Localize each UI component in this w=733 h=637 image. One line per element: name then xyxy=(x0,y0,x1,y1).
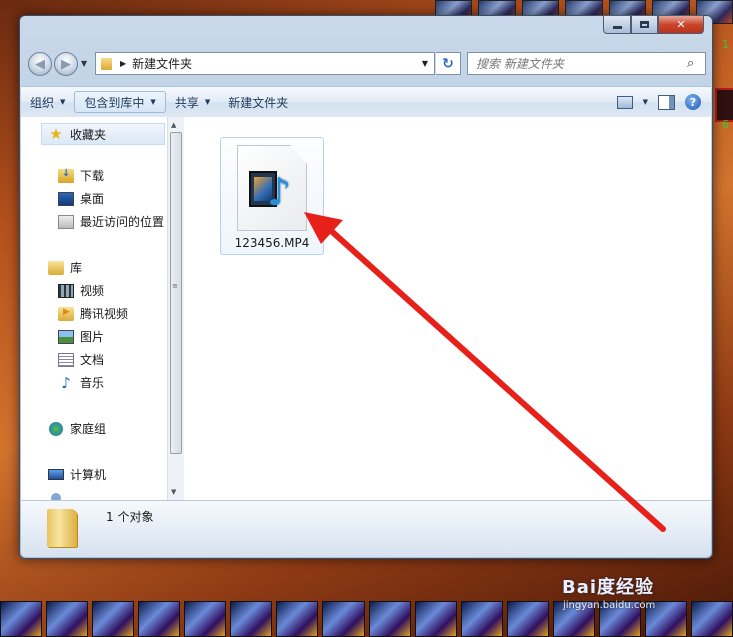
minimize-button[interactable] xyxy=(603,15,631,34)
mp4-video-file-icon: ♪ xyxy=(237,145,307,231)
watermark-logo: Bai度经验 xyxy=(562,577,655,598)
search-icon[interactable]: ⌕ xyxy=(687,56,705,71)
watermark-url: jingyan.baidu.com xyxy=(563,600,656,611)
change-view-icon[interactable] xyxy=(616,95,633,109)
organize-menu-button[interactable]: 组织 ▼ xyxy=(21,91,74,113)
back-arrow-icon: ◀ xyxy=(35,56,45,72)
scroll-down-icon[interactable]: ▼ xyxy=(171,488,176,496)
close-icon: ✕ xyxy=(676,18,686,31)
sidebar-item-computer[interactable]: 计算机 xyxy=(48,466,106,483)
address-bar[interactable]: ▶ 新建文件夹 ▼ xyxy=(95,52,435,75)
homegroup-icon xyxy=(48,421,64,436)
back-button[interactable]: ◀ xyxy=(28,52,52,76)
file-name: 123456.MP4 xyxy=(234,236,310,250)
share-menu-button[interactable]: 共享 ▼ xyxy=(166,91,219,113)
navigation-pane: ★ 收藏夹 下载 桌面 最近访问的位置 库 视频 xyxy=(21,117,167,503)
organize-label: 组织 xyxy=(30,95,55,110)
background-decoration: 1 xyxy=(722,38,729,51)
include-in-library-label: 包含到库中 xyxy=(84,95,145,110)
forward-arrow-icon: ▶ xyxy=(61,56,71,72)
new-folder-button[interactable]: 新建文件夹 xyxy=(219,91,297,113)
sidebar-item-documents[interactable]: 文档 xyxy=(58,351,104,368)
breadcrumb-separator-icon[interactable]: ▶ xyxy=(120,59,126,68)
explorer-window: ✕ ◀ ▶ ▼ ▶ 新建文件夹 ▼ ↻ ⌕ 组织 ▼ 包含到库中 ▼ 共享 ▼ 新建文… xyxy=(19,15,713,559)
refresh-button[interactable]: ↻ xyxy=(436,52,461,75)
folder-icon xyxy=(47,509,77,547)
item-count: 1 个对象 xyxy=(106,510,154,524)
sidebar-item-label: 收藏夹 xyxy=(70,127,107,142)
video-library-icon xyxy=(58,283,74,298)
sidebar-item-recent-places[interactable]: 最近访问的位置 xyxy=(58,213,164,230)
file-item[interactable]: ♪ 123456.MP4 xyxy=(220,137,324,255)
sidebar-item-label: 家庭组 xyxy=(70,422,107,436)
close-button[interactable]: ✕ xyxy=(658,15,704,34)
minimize-icon xyxy=(612,26,622,29)
sidebar-item-label: 文档 xyxy=(80,353,105,367)
share-label: 共享 xyxy=(174,95,199,110)
background-decoration xyxy=(715,88,733,122)
help-icon[interactable]: ? xyxy=(685,94,701,110)
recent-places-icon xyxy=(58,214,74,229)
sidebar-item-label: 计算机 xyxy=(70,468,107,482)
command-bar: 组织 ▼ 包含到库中 ▼ 共享 ▼ 新建文件夹 ▼ ? xyxy=(21,86,711,118)
star-icon: ★ xyxy=(49,125,63,143)
sidebar-item-homegroup[interactable]: 家庭组 xyxy=(48,420,106,437)
sidebar-item-pictures[interactable]: 图片 xyxy=(58,328,104,345)
library-icon xyxy=(48,260,64,275)
navigation-bar: ◀ ▶ ▼ ▶ 新建文件夹 ▼ ↻ ⌕ xyxy=(26,50,706,78)
sidebar-item-videos[interactable]: 视频 xyxy=(58,282,104,299)
caption-buttons: ✕ xyxy=(603,15,704,34)
include-in-library-button[interactable]: 包含到库中 ▼ xyxy=(74,91,166,113)
scrollbar-thumb[interactable] xyxy=(170,132,182,454)
sidebar-item-label: 下载 xyxy=(80,169,105,183)
chevron-down-icon: ▼ xyxy=(60,98,66,106)
folder-icon xyxy=(101,57,112,70)
desktop-icon xyxy=(58,191,74,206)
music-library-icon: ♪ xyxy=(61,373,71,392)
chevron-down-icon: ▼ xyxy=(150,98,156,106)
sidebar-item-favorites[interactable]: ★ 收藏夹 xyxy=(41,123,165,145)
sidebar-item-libraries[interactable]: 库 xyxy=(48,259,82,276)
scroll-up-icon[interactable]: ▲ xyxy=(171,121,176,129)
sidebar-item-label: 图片 xyxy=(80,330,105,344)
search-input[interactable] xyxy=(468,55,687,72)
sidebar-item-label: 视频 xyxy=(80,284,105,298)
scrollbar-grip-icon: ≡ xyxy=(172,282,178,290)
maximize-icon xyxy=(640,21,649,28)
view-options-chevron-icon[interactable]: ▼ xyxy=(643,98,648,106)
sidebar-item-label: 最近访问的位置 xyxy=(80,215,165,229)
new-folder-label: 新建文件夹 xyxy=(228,95,289,110)
background-decoration: 6 xyxy=(722,118,729,131)
address-dropdown-icon[interactable]: ▼ xyxy=(422,59,428,68)
preview-pane-icon[interactable] xyxy=(658,94,675,110)
address-path[interactable]: 新建文件夹 xyxy=(132,55,422,72)
pictures-library-icon xyxy=(58,329,74,344)
documents-library-icon xyxy=(58,352,74,367)
sidebar-item-downloads[interactable]: 下载 xyxy=(58,167,104,184)
tencent-video-icon xyxy=(58,306,74,321)
sidebar-item-label: 库 xyxy=(70,261,83,275)
forward-button[interactable]: ▶ xyxy=(54,52,78,76)
search-box[interactable]: ⌕ xyxy=(467,52,706,75)
sidebar-item-label: 音乐 xyxy=(80,376,105,390)
sidebar-item-desktop[interactable]: 桌面 xyxy=(58,190,104,207)
recent-pages-dropdown[interactable]: ▼ xyxy=(81,59,87,68)
computer-icon xyxy=(48,469,64,480)
chevron-down-icon: ▼ xyxy=(204,98,211,106)
download-folder-icon xyxy=(58,168,74,183)
refresh-icon: ↻ xyxy=(442,55,454,72)
content-area: ★ 收藏夹 下载 桌面 最近访问的位置 库 视频 xyxy=(21,117,711,503)
navigation-pane-scrollbar[interactable]: ▲ ≡ ▼ xyxy=(167,117,184,500)
sidebar-item-music[interactable]: ♪ 音乐 xyxy=(58,373,105,392)
details-pane: 1 个对象 xyxy=(21,500,711,557)
sidebar-item-label: 桌面 xyxy=(80,192,105,206)
sidebar-item-label: 腾讯视频 xyxy=(80,307,129,321)
maximize-button[interactable] xyxy=(631,15,658,34)
sidebar-item-tencent-video[interactable]: 腾讯视频 xyxy=(58,305,128,322)
